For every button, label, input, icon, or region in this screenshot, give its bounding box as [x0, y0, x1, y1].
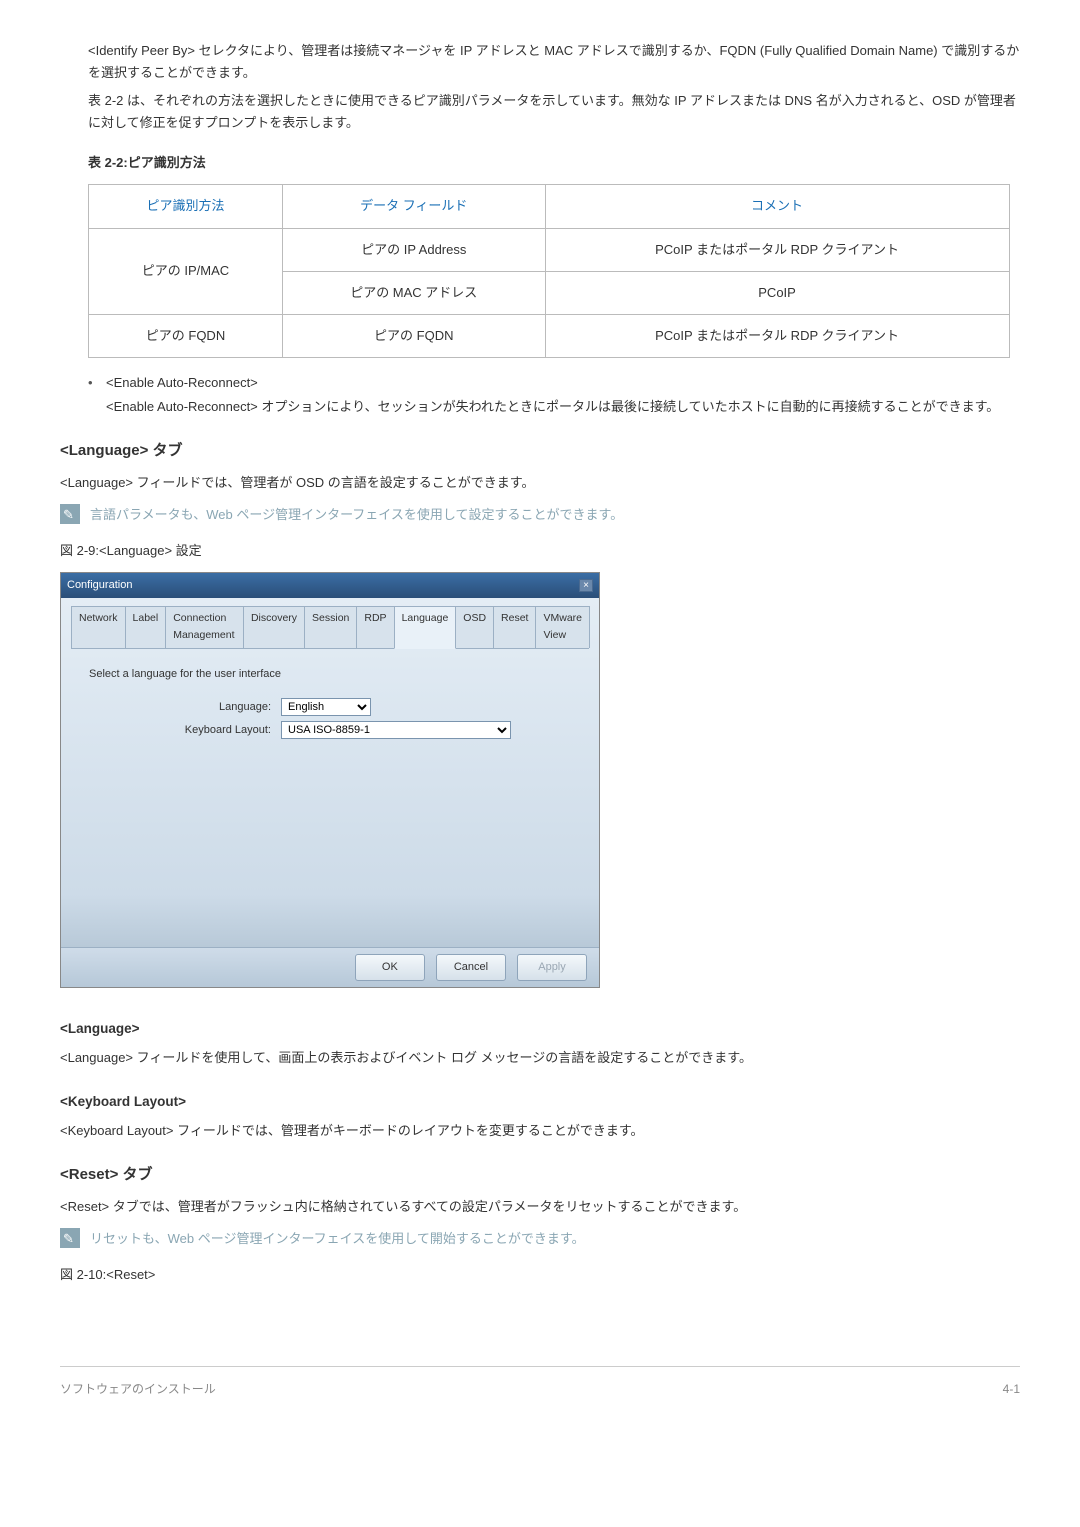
intro-p2: 表 2-2 は、それぞれの方法を選択したときに使用できるピア識別パラメータを示し… — [88, 90, 1020, 134]
footer-divider — [60, 1366, 1020, 1367]
keyboard-layout-field-label: Keyboard Layout: — [171, 721, 281, 740]
td-mac: ピアの MAC アドレス — [282, 271, 545, 314]
apply-button[interactable]: Apply — [517, 954, 587, 981]
language-subheading: <Language> — [60, 1018, 1020, 1041]
dialog-title: Configuration — [67, 576, 132, 595]
td-ipmac: ピアの IP/MAC — [89, 228, 283, 314]
fig-2-9-caption: 図 2-9:<Language> 設定 — [60, 540, 1020, 562]
language-tab-heading: <Language> タブ — [60, 438, 1020, 464]
fig-2-10-caption: 図 2-10:<Reset> — [60, 1264, 1020, 1286]
dialog-tabs: Network Label Connection Management Disc… — [71, 606, 589, 650]
td-fqdn-field: ピアの FQDN — [282, 314, 545, 357]
tab-session[interactable]: Session — [304, 606, 357, 649]
tab-network[interactable]: Network — [71, 606, 126, 649]
ok-button[interactable]: OK — [355, 954, 425, 981]
language-field-label: Language: — [171, 698, 281, 717]
bullet-ear-text: <Enable Auto-Reconnect> オプションにより、セッションが失… — [106, 396, 1020, 418]
keyboard-layout-select[interactable]: USA ISO-8859-1 — [281, 721, 511, 739]
configuration-dialog: Configuration × Network Label Connection… — [60, 572, 600, 988]
tab-label[interactable]: Label — [125, 606, 167, 649]
tab-vmware-view[interactable]: VMware View — [535, 606, 590, 649]
intro-p1: <Identify Peer By> セレクタにより、管理者は接続マネージャを … — [88, 40, 1020, 84]
td-mac-comment: PCoIP — [545, 271, 1009, 314]
select-language-label: Select a language for the user interface — [89, 665, 589, 684]
tab-osd[interactable]: OSD — [455, 606, 494, 649]
table-title: 表 2-2:ピア識別方法 — [88, 152, 1020, 174]
note-pencil-icon — [60, 504, 80, 524]
td-fqdn: ピアの FQDN — [89, 314, 283, 357]
language-sub-desc: <Language> フィールドを使用して、画面上の表示およびイベント ログ メ… — [60, 1047, 1020, 1069]
tab-reset[interactable]: Reset — [493, 606, 536, 649]
bullet-ear-title: <Enable Auto-Reconnect> — [106, 372, 258, 394]
keyboard-layout-desc: <Keyboard Layout> フィールドでは、管理者がキーボードのレイアウ… — [60, 1120, 1020, 1142]
td-fqdn-comment: PCoIP またはポータル RDP クライアント — [545, 314, 1009, 357]
peer-table: ピア識別方法 データ フィールド コメント ピアの IP/MAC ピアの IP … — [88, 184, 1010, 357]
reset-desc: <Reset> タブでは、管理者がフラッシュ内に格納されているすべての設定パラメ… — [60, 1196, 1020, 1218]
tab-language[interactable]: Language — [394, 606, 457, 650]
tab-connection-management[interactable]: Connection Management — [165, 606, 244, 649]
td-ipaddr: ピアの IP Address — [282, 228, 545, 271]
tab-rdp[interactable]: RDP — [356, 606, 394, 649]
keyboard-layout-subheading: <Keyboard Layout> — [60, 1091, 1020, 1114]
th-field: データ フィールド — [282, 185, 545, 228]
td-ipaddr-comment: PCoIP またはポータル RDP クライアント — [545, 228, 1009, 271]
tab-discovery[interactable]: Discovery — [243, 606, 305, 649]
footer-right: 4-1 — [1003, 1379, 1020, 1399]
bullet-dot-icon: • — [88, 372, 106, 394]
close-icon[interactable]: × — [579, 579, 593, 592]
language-desc: <Language> フィールドでは、管理者が OSD の言語を設定することがで… — [60, 472, 1020, 494]
language-select[interactable]: English — [281, 698, 371, 716]
footer-left: ソフトウェアのインストール — [60, 1379, 216, 1399]
note-pencil-icon — [60, 1228, 80, 1248]
reset-note: リセットも、Web ページ管理インターフェイスを使用して開始することができます。 — [90, 1228, 1020, 1250]
language-note: 言語パラメータも、Web ページ管理インターフェイスを使用して設定することができ… — [90, 504, 1020, 526]
th-comment: コメント — [545, 185, 1009, 228]
th-method: ピア識別方法 — [89, 185, 283, 228]
cancel-button[interactable]: Cancel — [436, 954, 506, 981]
reset-tab-heading: <Reset> タブ — [60, 1162, 1020, 1188]
